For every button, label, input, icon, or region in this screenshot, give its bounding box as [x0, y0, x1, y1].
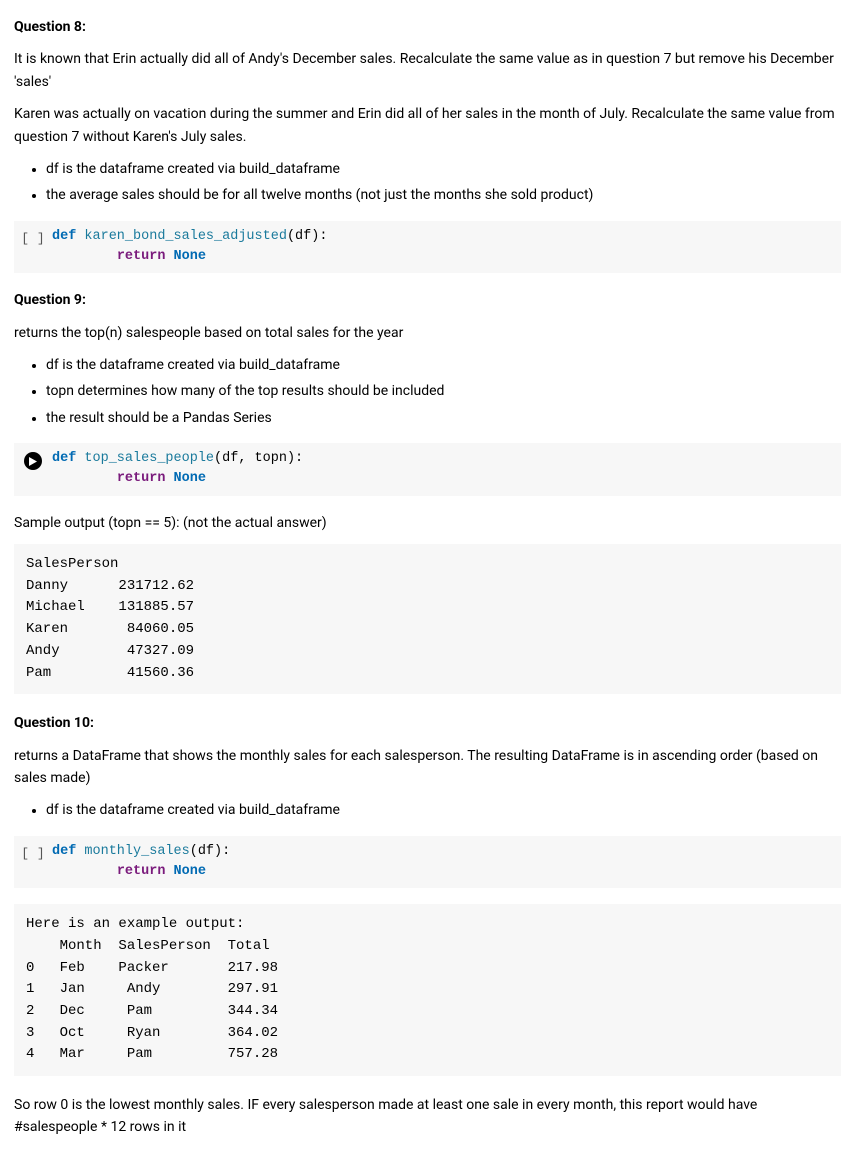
- list-item: df is the dataframe created via build_da…: [46, 799, 841, 821]
- function-name: karen_bond_sales_adjusted: [84, 229, 287, 244]
- list-item: the average sales should be for all twel…: [46, 184, 841, 206]
- question-10-bullets: df is the dataframe created via build_da…: [14, 799, 841, 821]
- question-9-desc: returns the top(n) salespeople based on …: [14, 322, 841, 344]
- question-8-desc-1: It is known that Erin actually did all o…: [14, 48, 841, 93]
- list-item: df is the dataframe created via build_da…: [46, 158, 841, 180]
- keyword-def: def: [52, 844, 84, 859]
- keyword-def: def: [52, 451, 84, 466]
- params: (df):: [287, 229, 328, 244]
- question-8-title: Question 8:: [14, 16, 841, 38]
- params: (df):: [190, 844, 231, 859]
- sample-output-q9: SalesPerson Danny 231712.62 Michael 1318…: [14, 544, 841, 694]
- cell-gutter[interactable]: [ ]: [14, 227, 52, 250]
- question-8-desc-2: Karen was actually on vacation during th…: [14, 103, 841, 148]
- play-icon[interactable]: [24, 452, 42, 470]
- list-item: df is the dataframe created via build_da…: [46, 354, 841, 376]
- indent: [52, 864, 117, 879]
- code-content[interactable]: def top_sales_people(df, topn): return N…: [52, 449, 303, 490]
- example-output-q10: Here is an example output: Month SalesPe…: [14, 904, 841, 1076]
- sample-output-label: Sample output (topn == 5): (not the actu…: [14, 512, 841, 534]
- output-text: Here is an example output: Month SalesPe…: [26, 914, 829, 1066]
- question-8-bullets: df is the dataframe created via build_da…: [14, 158, 841, 207]
- code-cell-q10[interactable]: [ ] def monthly_sales(df): return None: [14, 836, 841, 889]
- function-name: top_sales_people: [84, 451, 214, 466]
- code-cell-q9[interactable]: def top_sales_people(df, topn): return N…: [14, 443, 841, 496]
- params: (df, topn):: [214, 451, 303, 466]
- question-10-desc: returns a DataFrame that shows the month…: [14, 745, 841, 790]
- indent: [52, 249, 117, 264]
- question-9-bullets: df is the dataframe created via build_da…: [14, 354, 841, 429]
- question-9-title: Question 9:: [14, 289, 841, 311]
- list-item: topn determines how many of the top resu…: [46, 380, 841, 402]
- none-literal: None: [174, 471, 206, 486]
- code-content[interactable]: def monthly_sales(df): return None: [52, 842, 230, 883]
- keyword-def: def: [52, 229, 84, 244]
- function-name: monthly_sales: [84, 844, 189, 859]
- keyword-return: return: [117, 249, 174, 264]
- run-cell-button[interactable]: [14, 449, 52, 473]
- cell-gutter[interactable]: [ ]: [14, 842, 52, 865]
- question-10-footer: So row 0 is the lowest monthly sales. IF…: [14, 1094, 841, 1139]
- output-text: SalesPerson Danny 231712.62 Michael 1318…: [26, 554, 829, 684]
- question-10-title: Question 10:: [14, 712, 841, 734]
- code-cell-q8[interactable]: [ ] def karen_bond_sales_adjusted(df): r…: [14, 221, 841, 274]
- none-literal: None: [174, 864, 206, 879]
- none-literal: None: [174, 249, 206, 264]
- keyword-return: return: [117, 864, 174, 879]
- code-content[interactable]: def karen_bond_sales_adjusted(df): retur…: [52, 227, 327, 268]
- indent: [52, 471, 117, 486]
- keyword-return: return: [117, 471, 174, 486]
- list-item: the result should be a Pandas Series: [46, 407, 841, 429]
